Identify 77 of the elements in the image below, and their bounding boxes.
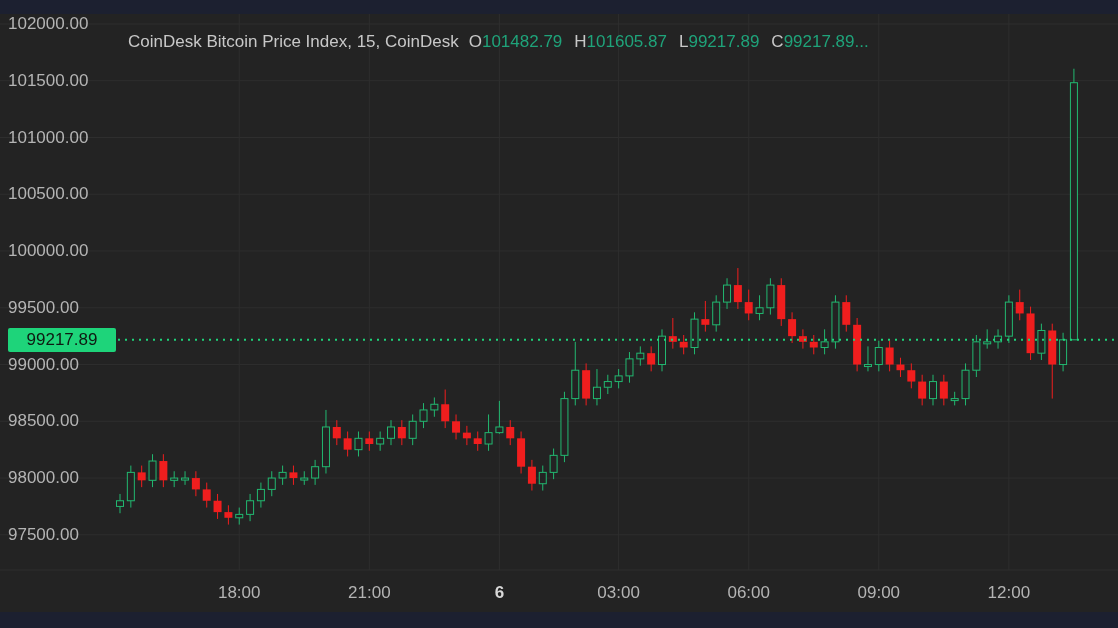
candlestick: [820, 328, 829, 355]
ohlc-label: C: [771, 31, 784, 53]
candlestick: [354, 431, 363, 457]
ohlc-label: H: [574, 31, 587, 53]
candlestick: [148, 453, 157, 488]
candlestick: [376, 431, 385, 452]
candlestick: [1037, 323, 1046, 361]
candlestick: [473, 431, 482, 452]
candlestick: [538, 465, 547, 492]
candlestick: [332, 419, 341, 446]
ohlc-value: 101482.79: [481, 31, 563, 53]
candlestick: [647, 345, 656, 372]
candlestick: [929, 374, 937, 406]
candlestick: [430, 396, 439, 418]
candlestick: [603, 374, 612, 395]
ohlc-value: 99217.89: [688, 31, 760, 53]
price-axis-label: 99500.00: [8, 297, 79, 318]
candlestick: [452, 413, 461, 440]
candlestick: [311, 459, 320, 486]
ohlc-value: 101605.87: [586, 31, 667, 53]
candlestick: [668, 317, 677, 350]
price-axis-label: 98500.00: [8, 411, 79, 432]
price-axis-label: 100000.00: [8, 241, 89, 261]
candlestick: [159, 453, 168, 488]
candlestick: [343, 431, 352, 457]
candlestick: [788, 311, 797, 344]
price-axis-label: 101500.00: [8, 70, 89, 91]
price-axis-label: 97500.00: [8, 524, 79, 545]
candlestick: [365, 431, 374, 452]
current-price-label: 99217.89: [8, 327, 116, 352]
candlestick: [798, 328, 807, 350]
candlestick: [809, 334, 818, 355]
price-axis-label: 99000.00: [8, 354, 79, 375]
candlestick: [744, 289, 753, 321]
time-axis-label: 06:00: [727, 583, 770, 603]
candlestick: [246, 493, 255, 522]
candlestick: [939, 374, 948, 406]
candlestick: [256, 482, 265, 509]
time-axis-label: 21:00: [348, 583, 391, 603]
candlestick: [181, 470, 190, 486]
candlestick: [907, 362, 916, 389]
price-axis-label: 98000.00: [8, 468, 79, 489]
candlestick: [267, 470, 276, 497]
candlestick: [116, 493, 124, 514]
time-axis-label: 09:00: [857, 583, 901, 603]
candlestick: [1015, 289, 1024, 321]
candlestick: [289, 465, 298, 486]
time-axis-label: 12:00: [987, 583, 1031, 603]
ohlc-label: O: [468, 31, 482, 53]
candlestick: [842, 294, 851, 333]
price-axis-label: 101000.00: [8, 127, 89, 148]
candlestick: [224, 504, 233, 526]
ohlc-value: 99217.89...: [783, 31, 869, 53]
candlestick: [397, 419, 406, 446]
time-axis-label: 6: [494, 583, 505, 603]
candlestick: [679, 334, 688, 355]
candlestick: [441, 389, 450, 429]
time-axis-label: 18:00: [217, 583, 261, 603]
candlestick: [701, 300, 710, 333]
candlestick: [592, 368, 601, 406]
time-axis-label: 03:00: [597, 583, 640, 603]
candlestick: [885, 340, 894, 372]
price-axis-label: 100500.00: [8, 184, 89, 205]
candlestick: [527, 459, 536, 492]
candlestick: [202, 482, 211, 509]
candlestick: [213, 493, 222, 520]
candlestick: [506, 419, 515, 446]
candlestick: [733, 267, 742, 310]
candlestick: [137, 465, 146, 488]
candlestick: [278, 465, 287, 486]
chart-title: CoinDesk Bitcoin Price Index, 15, CoinDesk: [128, 31, 459, 53]
candlestick: [191, 470, 200, 497]
ohlc-label: L: [678, 31, 689, 53]
candlestick: [549, 448, 558, 480]
candlestick: [983, 328, 992, 350]
candlestick: [918, 374, 927, 406]
price-axis-label: 102000.00: [8, 14, 89, 34]
